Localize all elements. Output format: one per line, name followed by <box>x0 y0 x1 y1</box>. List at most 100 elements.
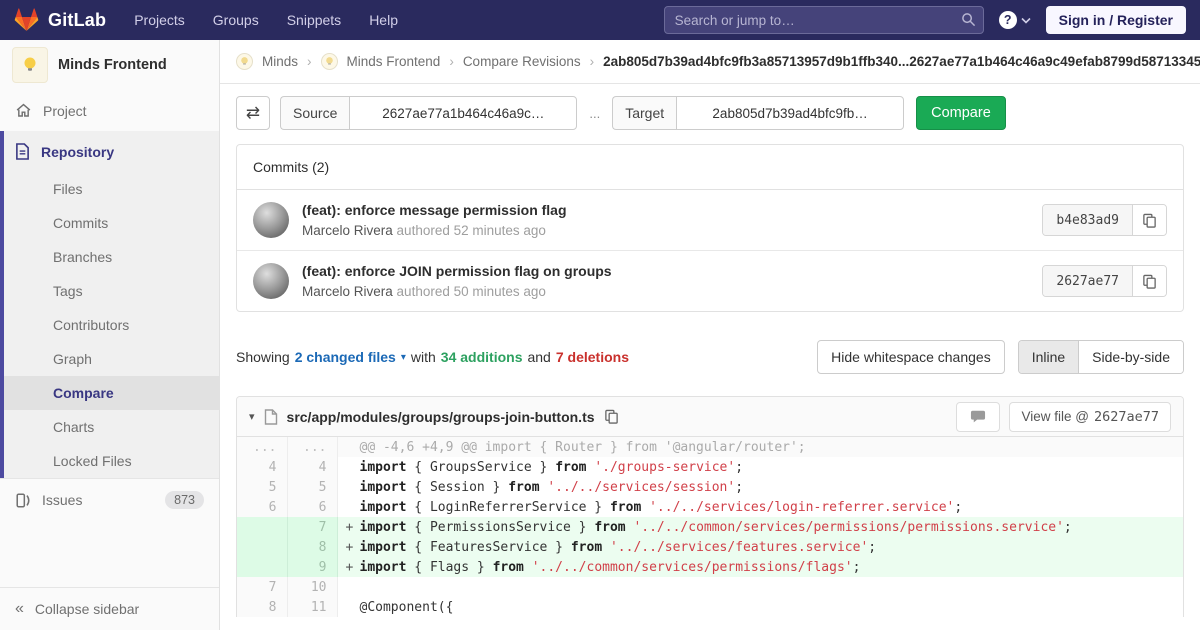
commit-author-avatar[interactable] <box>253 263 289 299</box>
nav-snippets[interactable]: Snippets <box>287 12 341 28</box>
old-line-number[interactable] <box>237 537 287 557</box>
commit-author[interactable]: Marcelo Rivera <box>302 284 393 299</box>
nav-help[interactable]: Help <box>369 12 398 28</box>
source-input-group: Source 2627ae77a1b464c46a9c… <box>280 96 577 130</box>
copy-sha-button[interactable] <box>1132 266 1166 296</box>
swap-revisions-button[interactable]: ⇄ <box>236 96 270 130</box>
sidebar-item-label: Project <box>43 103 87 119</box>
double-chevron-left-icon: « <box>15 601 24 617</box>
copy-file-path-button[interactable] <box>604 409 619 424</box>
old-line-number[interactable]: 4 <box>237 457 287 477</box>
commit-title[interactable]: (feat): enforce JOIN permission flag on … <box>302 263 1042 279</box>
sidebar-item-locked-files[interactable]: Locked Files <box>4 444 219 478</box>
sidebar-item-charts[interactable]: Charts <box>4 410 219 444</box>
source-ref-field[interactable]: 2627ae77a1b464c46a9c… <box>349 96 577 130</box>
commit-author[interactable]: Marcelo Rivera <box>302 223 393 238</box>
target-ref-field[interactable]: 2ab805d7b39ad4bfc9fb… <box>676 96 904 130</box>
commit-sha[interactable]: b4e83ad9 <box>1043 205 1132 235</box>
sidebar-item-branches[interactable]: Branches <box>4 240 219 274</box>
commit-sha[interactable]: 2627ae77 <box>1043 266 1132 296</box>
diff-view-toggle: Inline Side-by-side <box>1018 340 1184 374</box>
diff-line: 9+import { Flags } from '../../common/se… <box>237 557 1183 577</box>
diff-code: import { LoginReferrerService } from '..… <box>337 497 1183 517</box>
project-avatar-small <box>321 53 338 70</box>
new-line-number[interactable]: 6 <box>287 497 337 517</box>
and-label: and <box>527 349 550 365</box>
compare-button[interactable]: Compare <box>916 96 1006 130</box>
old-line-number[interactable]: 7 <box>237 577 287 597</box>
copy-sha-button[interactable] <box>1132 205 1166 235</box>
sidebar-item-project[interactable]: Project <box>0 90 219 131</box>
old-line-number[interactable] <box>237 517 287 537</box>
diff-code: import { GroupsService } from './groups-… <box>337 457 1183 477</box>
new-line-number[interactable]: 11 <box>287 597 337 617</box>
project-context[interactable]: Minds Frontend <box>0 40 219 90</box>
commit-title[interactable]: (feat): enforce message permission flag <box>302 202 1042 218</box>
diff-line: ...... @@ -4,6 +4,9 @@ import { Router }… <box>237 437 1183 457</box>
new-line-number[interactable]: 7 <box>287 517 337 537</box>
breadcrumb: Minds › Minds Frontend › Compare Revisio… <box>220 40 1200 84</box>
collapse-file-caret-icon[interactable]: ▾ <box>249 410 255 423</box>
new-line-number[interactable]: 9 <box>287 557 337 577</box>
new-line-number[interactable]: 10 <box>287 577 337 597</box>
search-icon[interactable] <box>961 12 976 32</box>
gitlab-logo-text: GitLab <box>48 10 106 31</box>
view-file-button[interactable]: View file @ 2627ae77 <box>1009 402 1171 432</box>
file-path[interactable]: src/app/modules/groups/groups-join-butto… <box>287 409 595 425</box>
global-search <box>664 6 984 34</box>
breadcrumb-group[interactable]: Minds <box>262 54 298 69</box>
caret-down-icon[interactable]: ▾ <box>401 352 406 363</box>
sidebar-item-issues[interactable]: Issues 873 <box>0 478 219 521</box>
hide-whitespace-button[interactable]: Hide whitespace changes <box>817 340 1005 374</box>
new-line-number[interactable]: ... <box>287 437 337 457</box>
document-icon <box>15 143 30 160</box>
sidebar-item-repository[interactable]: Repository <box>4 131 219 172</box>
issues-count-badge: 873 <box>165 491 204 509</box>
old-line-number[interactable]: ... <box>237 437 287 457</box>
diff-code: import { Session } from '../../services/… <box>337 477 1183 497</box>
breadcrumb-project[interactable]: Minds Frontend <box>347 54 441 69</box>
old-line-number[interactable]: 8 <box>237 597 287 617</box>
group-avatar <box>236 53 253 70</box>
diff-code <box>337 577 1183 597</box>
nav-projects[interactable]: Projects <box>134 12 185 28</box>
sign-in-button[interactable]: Sign in / Register <box>1046 6 1186 34</box>
toggle-comments-button[interactable] <box>956 402 1000 432</box>
sidebar: Minds Frontend Project Repository <box>0 40 220 630</box>
old-line-number[interactable]: 6 <box>237 497 287 517</box>
gitlab-logo[interactable]: GitLab <box>14 8 106 32</box>
view-file-sha: 2627ae77 <box>1094 409 1159 425</box>
diff-table: ...... @@ -4,6 +4,9 @@ import { Router }… <box>237 437 1183 617</box>
side-by-side-view-button[interactable]: Side-by-side <box>1078 341 1183 373</box>
inline-view-button[interactable]: Inline <box>1019 341 1078 373</box>
diff-table-body: ...... @@ -4,6 +4,9 @@ import { Router }… <box>237 437 1183 617</box>
copy-icon <box>1142 213 1157 228</box>
help-menu[interactable]: ? <box>999 11 1031 29</box>
sidebar-item-compare[interactable]: Compare <box>4 376 219 410</box>
old-line-number[interactable] <box>237 557 287 577</box>
sidebar-item-tags[interactable]: Tags <box>4 274 219 308</box>
new-line-number[interactable]: 4 <box>287 457 337 477</box>
sidebar-item-contributors[interactable]: Contributors <box>4 308 219 342</box>
breadcrumb-page[interactable]: Compare Revisions <box>463 54 581 69</box>
showing-label: Showing <box>236 349 290 365</box>
sidebar-item-graph[interactable]: Graph <box>4 342 219 376</box>
new-line-number[interactable]: 5 <box>287 477 337 497</box>
commit-sha-group: b4e83ad9 <box>1042 204 1167 236</box>
diff-line: 8+import { FeaturesService } from '../..… <box>237 537 1183 557</box>
copy-icon <box>1142 274 1157 289</box>
sidebar-item-files[interactable]: Files <box>4 172 219 206</box>
diff-line: 44 import { GroupsService } from './grou… <box>237 457 1183 477</box>
nav-groups[interactable]: Groups <box>213 12 259 28</box>
old-line-number[interactable]: 5 <box>237 477 287 497</box>
sidebar-item-commits[interactable]: Commits <box>4 206 219 240</box>
commit-author-avatar[interactable] <box>253 202 289 238</box>
target-label: Target <box>612 96 676 130</box>
search-input[interactable] <box>664 6 984 34</box>
new-line-number[interactable]: 8 <box>287 537 337 557</box>
collapse-sidebar-button[interactable]: « Collapse sidebar <box>0 587 219 630</box>
lightbulb-icon <box>20 55 40 75</box>
changed-files-dropdown[interactable]: 2 changed files <box>295 349 396 365</box>
form-separator: ... <box>589 106 600 121</box>
breadcrumb-separator: › <box>307 54 312 69</box>
